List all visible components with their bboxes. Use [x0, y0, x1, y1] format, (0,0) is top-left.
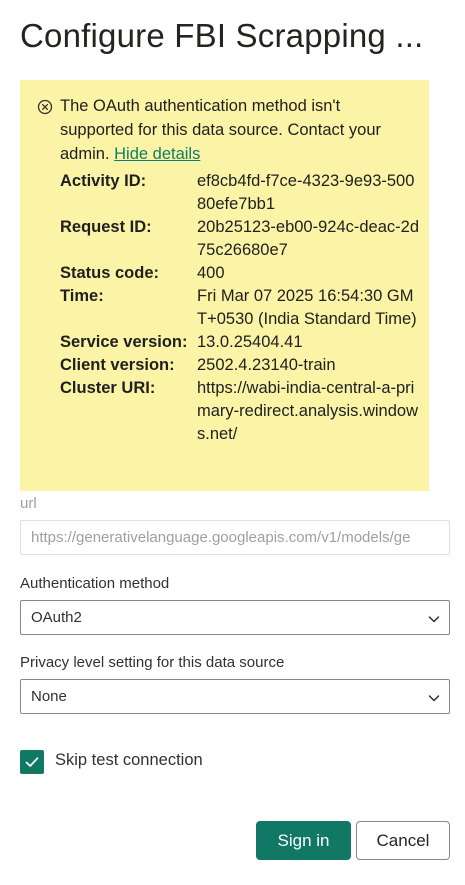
detail-label: Request ID: [60, 218, 152, 236]
privacy-level-label: Privacy level setting for this data sour… [20, 654, 285, 671]
detail-label: Status code: [60, 264, 160, 282]
hide-details-link[interactable]: Hide details [114, 145, 200, 163]
cancel-button[interactable]: Cancel [356, 821, 450, 860]
detail-value: https://wabi-india-central-a-primary-red… [197, 379, 418, 443]
authentication-method-value: OAuth2 [31, 609, 82, 626]
privacy-level-dropdown[interactable]: None [20, 679, 450, 714]
error-message-block: The OAuth authentication method isn't su… [60, 94, 410, 166]
detail-row-client-version: Client version: 2502.4.23140-train [60, 354, 420, 377]
dismiss-circle-icon [37, 99, 53, 115]
detail-row-time: Time: Fri Mar 07 2025 16:54:30 GMT+0530 … [60, 285, 420, 331]
detail-label: Cluster URI: [60, 379, 156, 397]
chevron-down-icon [428, 691, 440, 703]
detail-label: Service version: [60, 333, 188, 351]
url-input[interactable]: https://generativelanguage.googleapis.co… [20, 520, 450, 555]
detail-value: 13.0.25404.41 [197, 333, 303, 351]
detail-label: Client version: [60, 356, 175, 374]
privacy-level-value: None [31, 688, 67, 705]
sign-in-button[interactable]: Sign in [256, 821, 351, 860]
detail-row-status-code: Status code: 400 [60, 262, 420, 285]
error-details: Activity ID: ef8cb4fd-f7ce-4323-9e93-500… [60, 170, 420, 446]
detail-value: 2502.4.23140-train [197, 356, 336, 374]
detail-value: ef8cb4fd-f7ce-4323-9e93-50080efe7bb1 [197, 172, 415, 213]
detail-label: Activity ID: [60, 172, 147, 190]
chevron-down-icon [428, 612, 440, 624]
authentication-method-dropdown[interactable]: OAuth2 [20, 600, 450, 635]
skip-test-connection-checkbox[interactable] [20, 750, 44, 774]
detail-value: 20b25123-eb00-924c-deac-2d75c26680e7 [197, 218, 420, 259]
detail-row-activity-id: Activity ID: ef8cb4fd-f7ce-4323-9e93-500… [60, 170, 420, 216]
detail-label: Time: [60, 287, 104, 305]
dialog-title: Configure FBI Scrapping ... [20, 17, 424, 54]
checkmark-icon [25, 757, 39, 767]
error-message: The OAuth authentication method isn't su… [60, 97, 382, 163]
detail-row-request-id: Request ID: 20b25123-eb00-924c-deac-2d75… [60, 216, 420, 262]
detail-row-cluster-uri: Cluster URI: https://wabi-india-central-… [60, 377, 420, 446]
url-label: url [20, 495, 37, 512]
url-input-value: https://generativelanguage.googleapis.co… [31, 529, 411, 546]
error-banner: The OAuth authentication method isn't su… [20, 80, 429, 491]
detail-row-service-version: Service version: 13.0.25404.41 [60, 331, 420, 354]
skip-test-connection-label[interactable]: Skip test connection [55, 751, 203, 770]
authentication-method-label: Authentication method [20, 575, 170, 592]
detail-value: Fri Mar 07 2025 16:54:30 GMT+0530 (India… [197, 287, 417, 328]
detail-value: 400 [197, 264, 225, 282]
